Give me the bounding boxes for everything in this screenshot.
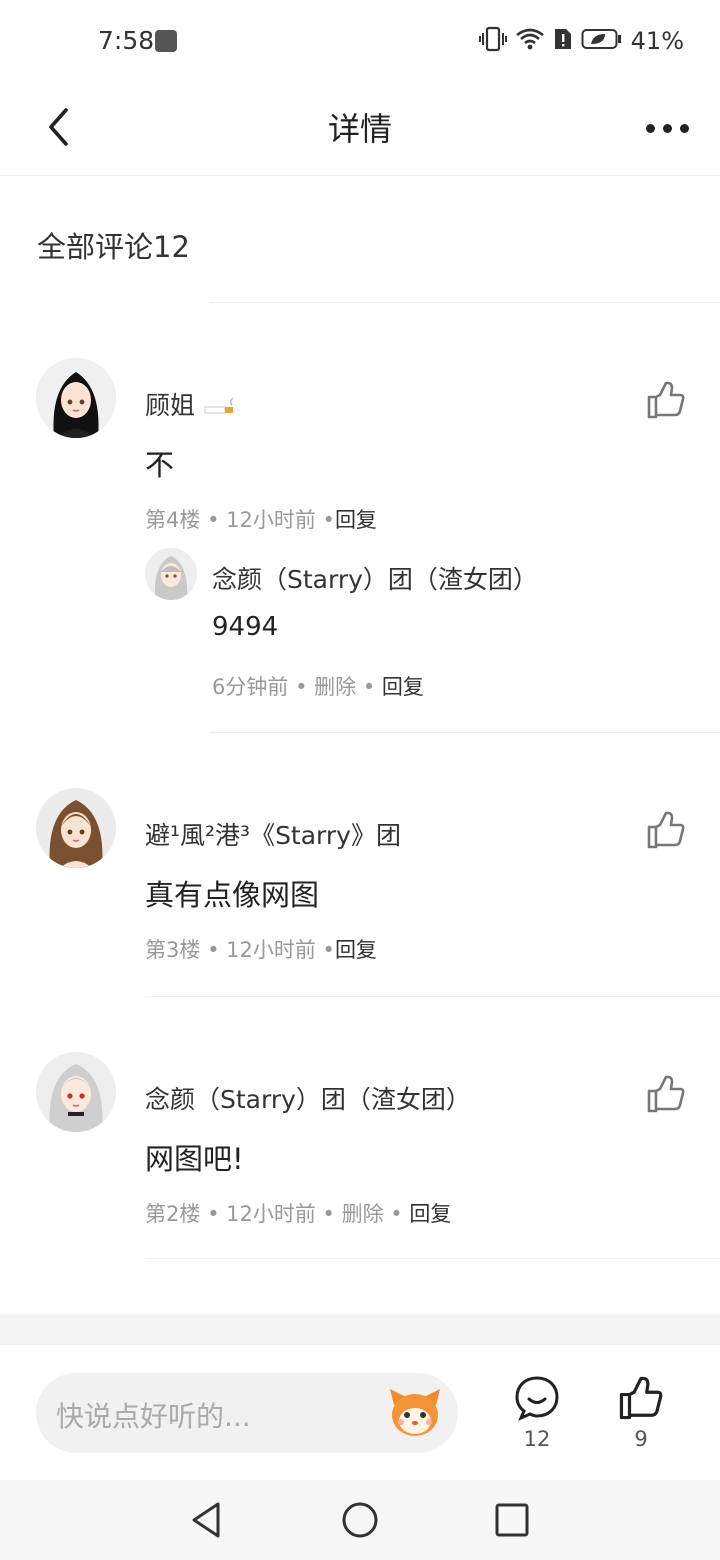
wifi-icon: [515, 27, 545, 55]
comments-section-title: 全部评论12: [37, 230, 190, 264]
app-notification-icon: [155, 30, 177, 52]
comment-content: 网图吧!: [145, 1142, 244, 1176]
subreply-content: 9494: [212, 612, 279, 642]
comment-content: 真有点像网图: [145, 878, 320, 912]
chat-bubble-icon: [515, 1376, 559, 1421]
circle-home-icon: [342, 1502, 378, 1538]
comment-count: 12: [523, 1427, 551, 1451]
nav-home-button[interactable]: [340, 1500, 380, 1540]
reply-button[interactable]: 回复: [409, 1202, 451, 1226]
avatar[interactable]: [36, 358, 116, 438]
sim-alert-icon: [553, 27, 573, 55]
triangle-back-icon: [192, 1502, 220, 1538]
meta-separator: •: [207, 1202, 227, 1226]
meta-separator: •: [207, 508, 227, 532]
comment-time: 12小时前: [226, 508, 316, 532]
comment-floor: 第3楼: [145, 938, 201, 962]
like-button[interactable]: [646, 1074, 686, 1114]
comment-time: 12小时前: [226, 938, 316, 962]
system-nav-bar: [0, 1480, 720, 1560]
status-bar: 7:58 41%: [0, 0, 720, 84]
meta-separator: •: [207, 938, 227, 962]
divider: [145, 1258, 720, 1259]
comment-meta: 第3楼 • 12小时前 •回复: [145, 934, 377, 964]
fox-mascot-icon[interactable]: [386, 1385, 444, 1441]
comment-username[interactable]: 顾姐: [145, 386, 237, 422]
subreply-time: 6分钟前: [212, 675, 289, 699]
thumbs-up-icon: [619, 1376, 663, 1420]
subreply-meta: 6分钟前 • 删除 • 回复: [212, 671, 424, 701]
comments-button[interactable]: 12: [507, 1375, 567, 1451]
like-button[interactable]: [646, 810, 686, 850]
comment-meta: 第4楼 • 12小时前 •回复: [145, 504, 377, 534]
header: 详情: [0, 84, 720, 176]
comment-input-placeholder: 快说点好听的...: [56, 1400, 251, 1433]
battery-icon: [581, 27, 623, 55]
comment-username[interactable]: 避¹風²港³《Starry》团: [145, 816, 401, 852]
divider: [145, 996, 720, 997]
vibrate-icon: [478, 26, 507, 56]
separator-band: [0, 1314, 720, 1344]
reply-button[interactable]: 回复: [335, 938, 377, 962]
comment-username[interactable]: 念颜（Starry）团（渣女团）: [145, 1080, 471, 1116]
subreply-username[interactable]: 念颜（Starry）团（渣女团）: [212, 560, 538, 596]
comment-input[interactable]: 快说点好听的...: [36, 1373, 458, 1453]
battery-percent: 41%: [630, 27, 684, 55]
cigarette-icon: [204, 397, 234, 414]
more-button[interactable]: [640, 106, 694, 150]
comment-floor: 第4楼: [145, 508, 201, 532]
avatar[interactable]: [36, 1052, 116, 1132]
like-button[interactable]: [646, 380, 686, 420]
like-post-button[interactable]: 9: [611, 1375, 671, 1451]
divider: [210, 302, 720, 303]
meta-separator: •: [390, 1202, 410, 1226]
thumbs-up-icon: [647, 381, 685, 419]
square-recents-icon: [495, 1503, 529, 1537]
meta-separator: •: [362, 675, 382, 699]
status-time: 7:58: [98, 26, 155, 55]
nav-recents-button[interactable]: [492, 1500, 532, 1540]
comment-time: 12小时前: [226, 1202, 316, 1226]
nav-back-button[interactable]: [186, 1500, 226, 1540]
comment-meta: 第2楼 • 12小时前 • 删除 • 回复: [145, 1198, 451, 1228]
username-text: 顾姐: [145, 391, 196, 420]
page-title: 详情: [327, 110, 392, 148]
delete-button[interactable]: 删除: [314, 675, 356, 699]
reply-button[interactable]: 回复: [382, 675, 424, 699]
avatar[interactable]: [36, 788, 116, 868]
meta-separator: •: [322, 938, 335, 962]
meta-separator: •: [322, 1202, 342, 1226]
comment-content: 不: [145, 448, 175, 482]
thumbs-up-icon: [647, 1075, 685, 1113]
avatar[interactable]: [145, 548, 197, 600]
meta-separator: •: [295, 675, 315, 699]
thumbs-up-icon: [647, 811, 685, 849]
more-dot: [662, 123, 672, 133]
reply-button[interactable]: 回复: [335, 508, 377, 532]
comment-input-bar: 快说点好听的... 12 9: [0, 1344, 720, 1480]
status-right: 41%: [478, 26, 684, 56]
more-dots-icon: [645, 123, 655, 133]
more-dot: [679, 123, 689, 133]
like-count: 9: [634, 1427, 648, 1451]
comment-floor: 第2楼: [145, 1202, 201, 1226]
divider: [210, 732, 720, 733]
meta-separator: •: [322, 508, 335, 532]
delete-button[interactable]: 删除: [342, 1202, 384, 1226]
